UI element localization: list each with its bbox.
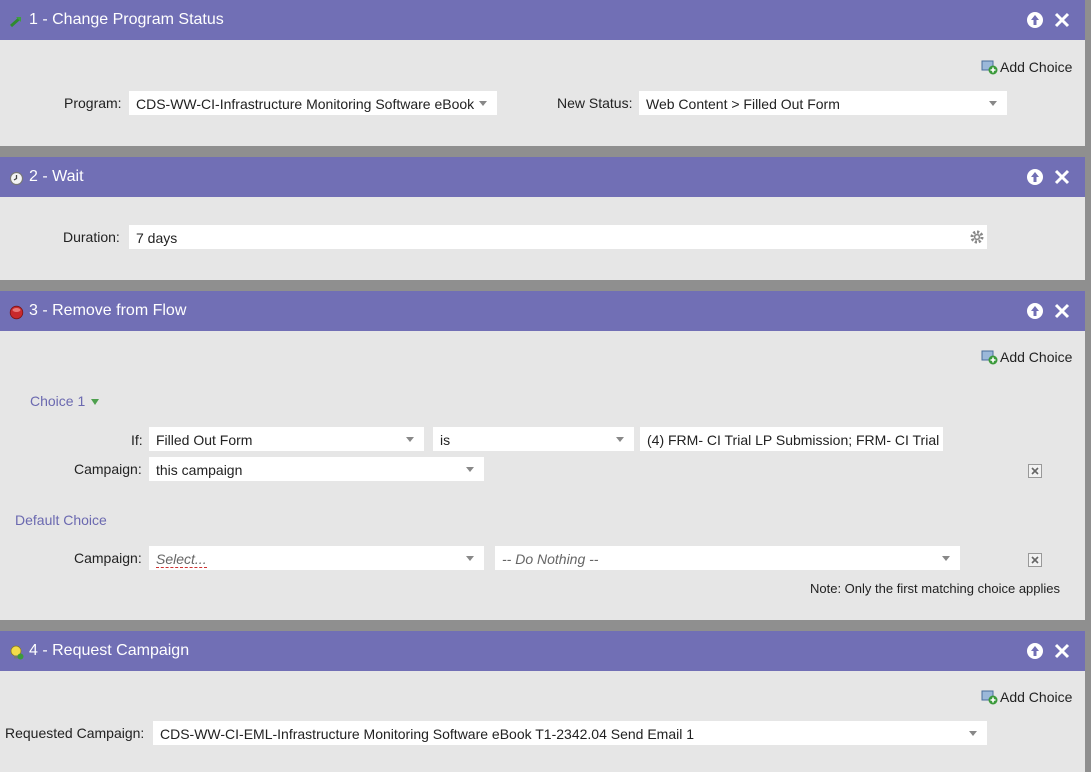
new-status-label: New Status: (557, 95, 633, 111)
move-up-icon[interactable] (1026, 168, 1044, 186)
close-icon[interactable] (1053, 11, 1071, 29)
delete-default-choice-icon[interactable] (1028, 553, 1042, 567)
step-1-title: 1 - Change Program Status (29, 11, 224, 28)
campaign-select[interactable]: this campaign (148, 456, 485, 482)
delete-choice-icon[interactable] (1028, 464, 1042, 478)
chevron-down-icon (969, 731, 977, 736)
red-stop-icon (9, 305, 24, 320)
if-label: If: (131, 432, 143, 448)
note-text: Note: Only the first matching choice app… (810, 581, 1061, 596)
green-arrow-icon (10, 16, 21, 28)
requested-campaign-label: Requested Campaign: (5, 725, 145, 741)
step-2-header: 2 - Wait (0, 157, 1085, 197)
campaign-label: Campaign: (74, 461, 142, 477)
chevron-down-icon (466, 556, 474, 561)
step-3-header: 3 - Remove from Flow (0, 291, 1085, 331)
program-select[interactable]: CDS-WW-CI-Infrastructure Monitoring Soft… (128, 90, 498, 116)
chevron-down-icon (479, 101, 487, 106)
step-3-title: 3 - Remove from Flow (29, 302, 187, 319)
requested-campaign-select[interactable]: CDS-WW-CI-EML-Infrastructure Monitoring … (152, 720, 988, 746)
add-choice-icon (981, 60, 998, 75)
step-1-header: 1 - Change Program Status (0, 0, 1085, 40)
default-action-select[interactable]: -- Do Nothing -- (494, 545, 961, 571)
triangle-down-icon (91, 399, 100, 405)
new-status-select[interactable]: Web Content > Filled Out Form (638, 90, 1008, 116)
add-choice-button[interactable]: Add Choice (981, 688, 1081, 706)
chevron-down-icon (466, 467, 474, 472)
chevron-down-icon (406, 437, 414, 442)
if-field-select[interactable]: Filled Out Form (148, 426, 425, 452)
close-icon[interactable] (1053, 168, 1071, 186)
chevron-down-icon (942, 556, 950, 561)
step-1-panel: 1 - Change Program Status Add Choice Pro… (0, 0, 1085, 146)
clock-icon (9, 171, 24, 186)
default-choice-label: Default Choice (15, 512, 107, 528)
close-icon[interactable] (1053, 642, 1071, 660)
add-choice-icon (981, 690, 998, 705)
close-icon[interactable] (1053, 302, 1071, 320)
step-4-panel: 4 - Request Campaign Add Choice Requeste… (0, 631, 1085, 772)
chevron-down-icon (989, 101, 997, 106)
move-up-icon[interactable] (1026, 11, 1044, 29)
choice-1-toggle[interactable]: Choice 1 (30, 393, 100, 409)
chevron-down-icon (616, 437, 624, 442)
lightbulb-icon (10, 645, 24, 660)
gear-icon[interactable] (969, 229, 985, 245)
step-4-header: 4 - Request Campaign (0, 631, 1085, 671)
step-2-title: 2 - Wait (29, 168, 84, 185)
step-4-title: 4 - Request Campaign (29, 642, 190, 659)
add-choice-icon (981, 350, 998, 365)
move-up-icon[interactable] (1026, 302, 1044, 320)
move-up-icon[interactable] (1026, 642, 1044, 660)
step-3-panel: 3 - Remove from Flow Add Choice Choice 1… (0, 291, 1085, 620)
duration-field[interactable]: 7 days (128, 224, 988, 250)
program-label: Program: (64, 95, 122, 111)
step-2-panel: 2 - Wait Duration: 7 days (0, 157, 1085, 280)
if-operator-select[interactable]: is (432, 426, 635, 452)
duration-label: Duration: (63, 229, 120, 245)
add-choice-button[interactable]: Add Choice (981, 58, 1081, 76)
default-campaign-label: Campaign: (74, 550, 142, 566)
add-choice-button[interactable]: Add Choice (981, 348, 1081, 366)
if-value-field[interactable]: (4) FRM- CI Trial LP Submission; FRM- CI… (639, 426, 944, 452)
default-campaign-select[interactable]: Select... (148, 545, 485, 571)
